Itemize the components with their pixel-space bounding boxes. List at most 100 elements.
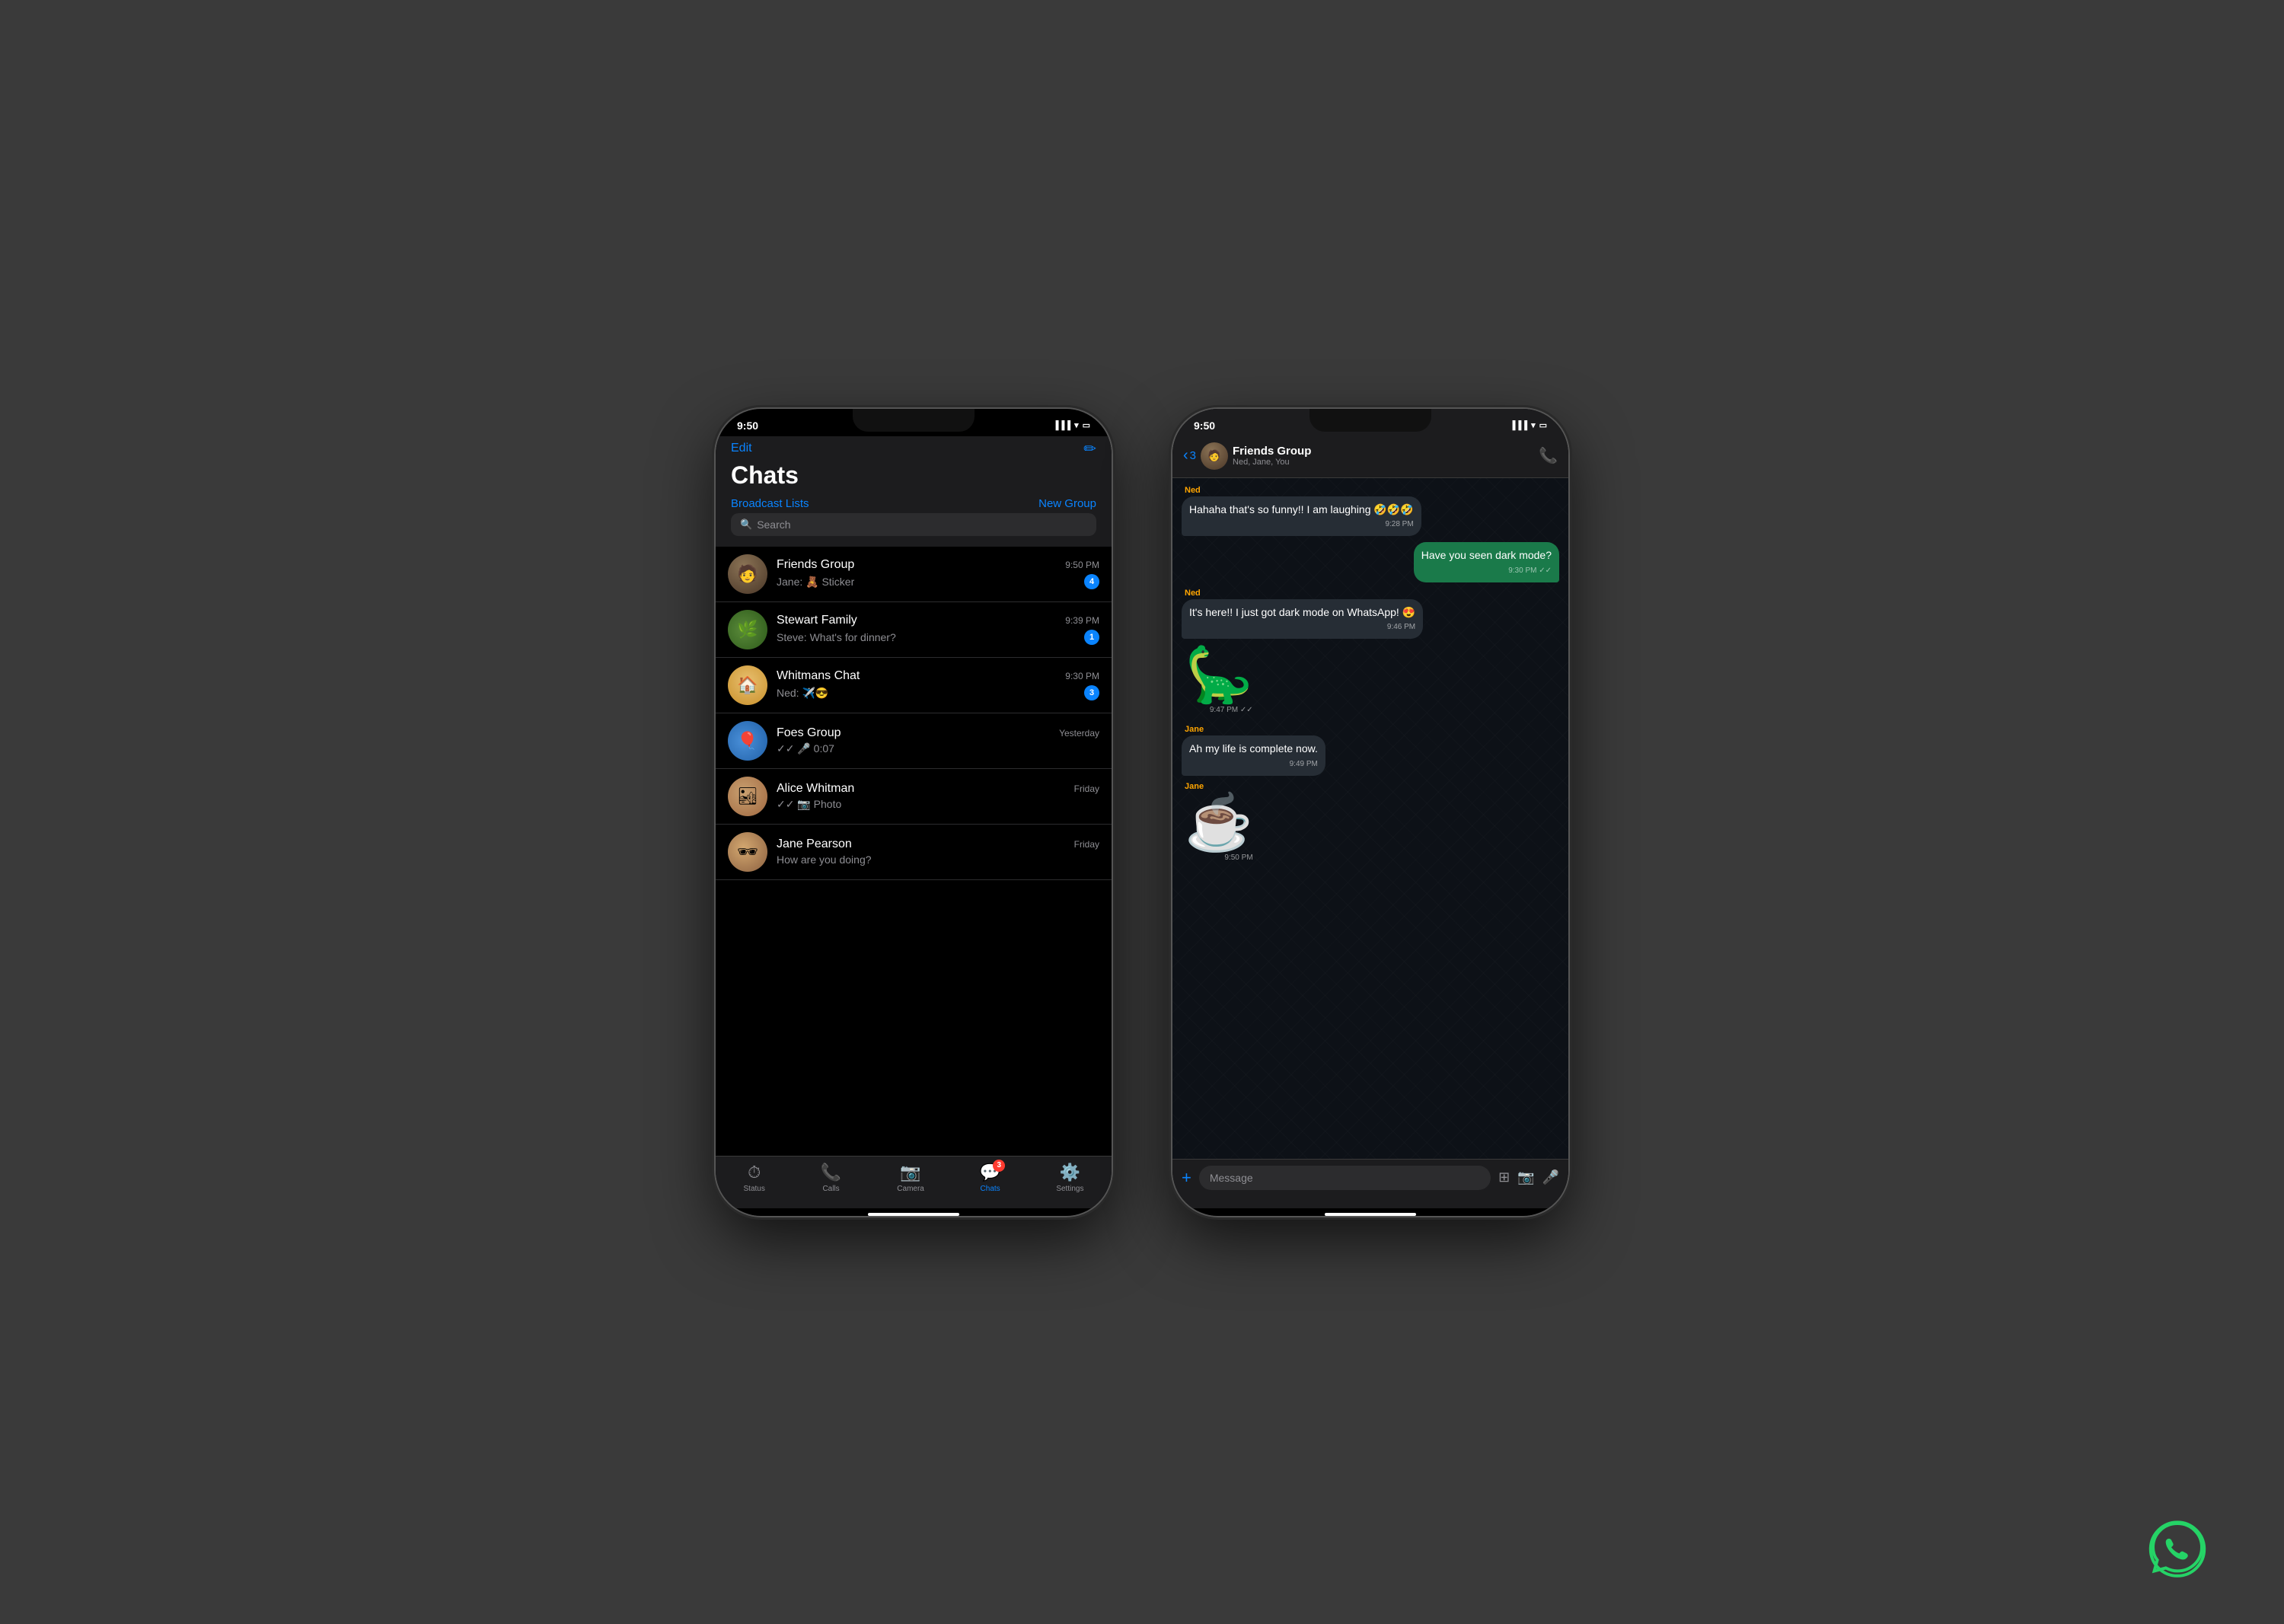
group-avatar: 🧑 xyxy=(1201,442,1228,470)
nav-left: ‹ 3 🧑 Friends Group Ned, Jane, You xyxy=(1183,442,1311,470)
message-item: Jane ☕ 9:50 PM xyxy=(1182,782,1559,866)
chats-header: Edit ✏ Chats Broadcast Lists New Group 🔍… xyxy=(716,436,1112,547)
tab-bar: ⏱ Status 📞 Calls 📷 Camera 💬 3 xyxy=(716,1156,1112,1208)
message-bubble: It's here!! I just got dark mode on What… xyxy=(1182,599,1423,640)
chat-content: Stewart Family 9:39 PM Steve: What's for… xyxy=(777,614,1099,645)
unread-badge: 3 xyxy=(1084,685,1099,700)
broadcast-lists-button[interactable]: Broadcast Lists xyxy=(731,497,809,510)
chat-content: Friends Group 9:50 PM Jane: 🧸 Sticker 4 xyxy=(777,558,1099,589)
message-time: 9:30 PM ✓✓ xyxy=(1421,566,1552,576)
sticker-content: ☕ xyxy=(1185,796,1253,850)
unread-badge: 1 xyxy=(1084,630,1099,645)
input-bar: + Message ⊞ 📷 🎤 xyxy=(1172,1159,1568,1208)
avatar: 🧑 xyxy=(728,554,767,594)
chat-name: Foes Group xyxy=(777,726,841,740)
chat-view-screen: 9:50 ▐▐▐ ▾ ▭ ‹ 3 🧑 Friends Group Ned, xyxy=(1172,409,1568,1216)
sticker-bubble: ☕ 9:50 PM xyxy=(1182,793,1256,866)
list-item[interactable]: 🧑 Friends Group 9:50 PM Jane: 🧸 Sticker … xyxy=(716,547,1112,602)
group-name: Friends Group xyxy=(1233,445,1311,458)
time-2: 9:50 xyxy=(1194,420,1215,432)
back-button[interactable]: ‹ 3 xyxy=(1183,447,1196,464)
attach-button[interactable]: ⊞ xyxy=(1498,1169,1510,1185)
search-icon: 🔍 xyxy=(740,518,752,531)
message-bubble: Ah my life is complete now. 9:49 PM xyxy=(1182,735,1325,776)
message-sender: Jane xyxy=(1182,725,1204,734)
list-item[interactable]: 🏜 Alice Whitman Friday ✓✓ 📷 Photo xyxy=(716,769,1112,825)
camera-message-button[interactable]: 📷 xyxy=(1517,1169,1534,1185)
compose-button[interactable]: ✏ xyxy=(1083,439,1096,458)
mic-button[interactable]: 🎤 xyxy=(1542,1169,1559,1185)
chat-name: Stewart Family xyxy=(777,614,857,627)
new-group-button[interactable]: New Group xyxy=(1038,497,1096,510)
chat-time: Friday xyxy=(1074,839,1099,850)
signal-icon: ▐▐▐ xyxy=(1053,421,1070,430)
status-bar-1: 9:50 ▐▐▐ ▾ ▭ xyxy=(716,409,1112,436)
chat-content: Jane Pearson Friday How are you doing? xyxy=(777,838,1099,866)
chats-screen: 9:50 ▐▐▐ ▾ ▭ Edit ✏ Chats Broadcast xyxy=(716,409,1112,1216)
edit-button[interactable]: Edit xyxy=(731,442,752,455)
chat-name: Whitmans Chat xyxy=(777,669,860,683)
search-bar[interactable]: 🔍 Search xyxy=(731,513,1096,536)
messages-area: Ned Hahaha that's so funny!! I am laughi… xyxy=(1172,478,1568,1159)
message-input[interactable]: Message xyxy=(1199,1166,1491,1190)
chat-time: 9:50 PM xyxy=(1065,560,1099,570)
search-placeholder: Search xyxy=(757,518,790,531)
chat-nav: ‹ 3 🧑 Friends Group Ned, Jane, You 📞 xyxy=(1172,436,1568,478)
message-bubble: Hahaha that's so funny!! I am laughing 🤣… xyxy=(1182,496,1421,537)
chat-name: Alice Whitman xyxy=(777,782,854,796)
home-indicator-2 xyxy=(1325,1213,1416,1216)
sticker-content: 🦕 xyxy=(1185,648,1253,703)
whatsapp-logo xyxy=(2147,1517,2208,1578)
group-info: Friends Group Ned, Jane, You xyxy=(1233,445,1311,467)
avatar: 🏠 xyxy=(728,665,767,705)
message-item: Jane Ah my life is complete now. 9:49 PM xyxy=(1182,725,1559,776)
chat-content: Whitmans Chat 9:30 PM Ned: ✈️😎 3 xyxy=(777,669,1099,700)
chat-preview: ✓✓ 📷 Photo xyxy=(777,798,841,811)
tab-calls-label: Calls xyxy=(822,1185,839,1193)
list-item[interactable]: 🕶 Jane Pearson Friday How are you doing? xyxy=(716,825,1112,880)
message-sender: Ned xyxy=(1182,486,1201,495)
call-button[interactable]: 📞 xyxy=(1539,446,1558,465)
message-time: 9:49 PM xyxy=(1189,759,1318,770)
tab-status[interactable]: ⏱ Status xyxy=(744,1163,765,1193)
wifi-icon: ▾ xyxy=(1074,420,1079,430)
chat-preview: How are you doing? xyxy=(777,853,872,866)
message-bubble: Have you seen dark mode? 9:30 PM ✓✓ xyxy=(1414,542,1559,582)
tab-camera[interactable]: 📷 Camera xyxy=(897,1163,924,1193)
message-time: 9:47 PM ✓✓ xyxy=(1185,705,1253,716)
status-bar-2: 9:50 ▐▐▐ ▾ ▭ xyxy=(1172,409,1568,436)
wifi-icon-2: ▾ xyxy=(1531,420,1536,430)
message-text: Hahaha that's so funny!! I am laughing 🤣… xyxy=(1189,503,1414,515)
back-count: 3 xyxy=(1190,449,1196,462)
status-icons-1: ▐▐▐ ▾ ▭ xyxy=(1053,420,1090,430)
chat-time: 9:30 PM xyxy=(1065,671,1099,681)
message-sender: Ned xyxy=(1182,589,1201,598)
list-item[interactable]: 🏠 Whitmans Chat 9:30 PM Ned: ✈️😎 3 xyxy=(716,658,1112,713)
tab-status-label: Status xyxy=(744,1185,765,1193)
message-sender: Jane xyxy=(1182,782,1204,791)
message-text: Ah my life is complete now. xyxy=(1189,742,1318,755)
tab-chats[interactable]: 💬 3 Chats xyxy=(980,1163,1000,1193)
tab-settings-label: Settings xyxy=(1056,1185,1083,1193)
chats-tab-icon: 💬 3 xyxy=(980,1163,1000,1182)
chat-name: Jane Pearson xyxy=(777,838,852,851)
tab-calls[interactable]: 📞 Calls xyxy=(821,1163,841,1193)
add-button[interactable]: + xyxy=(1182,1168,1191,1188)
battery-icon: ▭ xyxy=(1083,420,1090,430)
list-item[interactable]: 🎈 Foes Group Yesterday ✓✓ 🎤 0:07 xyxy=(716,713,1112,769)
chat-content: Foes Group Yesterday ✓✓ 🎤 0:07 xyxy=(777,726,1099,755)
list-item[interactable]: 🌿 Stewart Family 9:39 PM Steve: What's f… xyxy=(716,602,1112,658)
message-item: Have you seen dark mode? 9:30 PM ✓✓ xyxy=(1182,542,1559,582)
home-indicator xyxy=(868,1213,959,1216)
phone-1: 9:50 ▐▐▐ ▾ ▭ Edit ✏ Chats Broadcast xyxy=(716,409,1112,1216)
avatar: 🎈 xyxy=(728,721,767,761)
chat-list: 🧑 Friends Group 9:50 PM Jane: 🧸 Sticker … xyxy=(716,547,1112,1156)
phone-2: 9:50 ▐▐▐ ▾ ▭ ‹ 3 🧑 Friends Group Ned, xyxy=(1172,409,1568,1216)
message-text: It's here!! I just got dark mode on What… xyxy=(1189,606,1415,618)
time-1: 9:50 xyxy=(737,420,758,432)
tab-settings[interactable]: ⚙️ Settings xyxy=(1056,1163,1083,1193)
settings-icon: ⚙️ xyxy=(1060,1163,1080,1182)
chat-name: Friends Group xyxy=(777,558,854,572)
chat-preview: Jane: 🧸 Sticker xyxy=(777,576,854,589)
chat-preview: Steve: What's for dinner? xyxy=(777,631,896,643)
